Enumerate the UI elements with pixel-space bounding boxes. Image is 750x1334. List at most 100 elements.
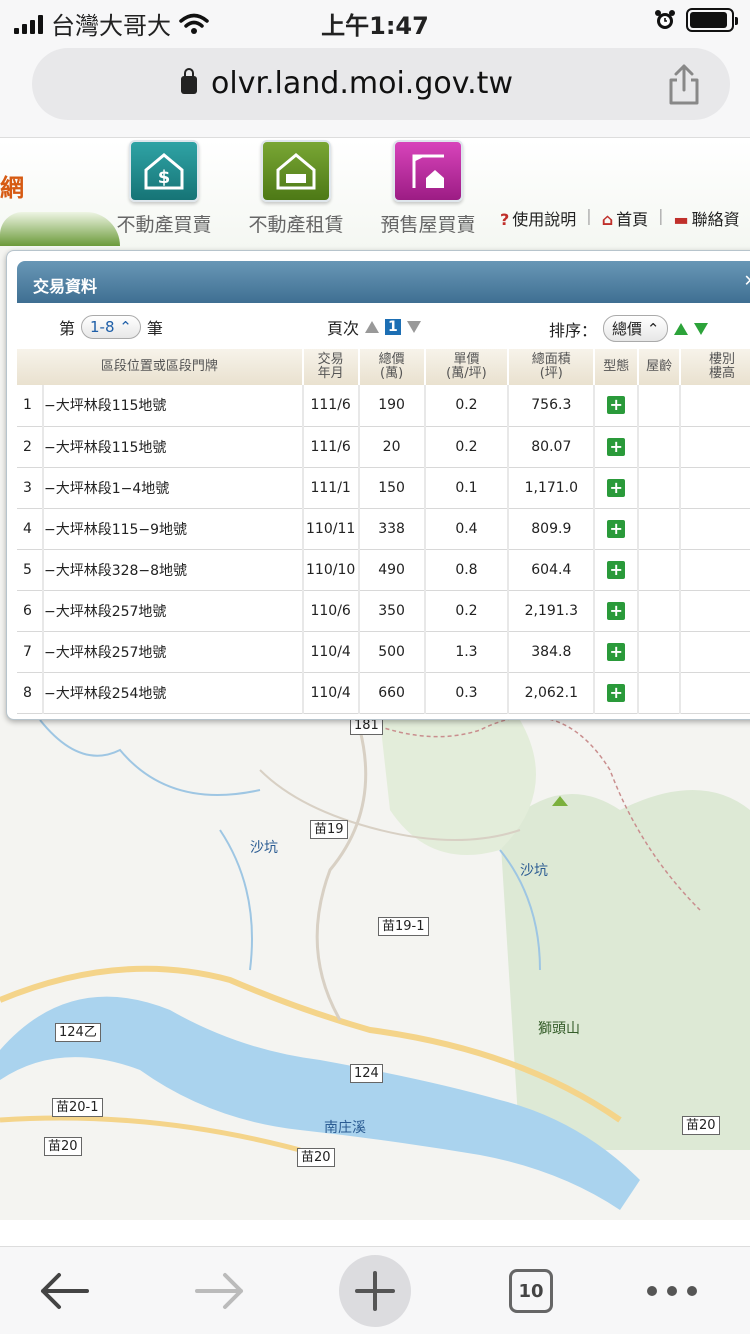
chevron-updown-icon: ⌃ [119,318,132,336]
expand-plus-icon[interactable]: + [607,437,626,456]
table-row[interactable]: 5 −大坪林段328−8地號 110/10 490 0.8 604.4 + [17,549,750,591]
row-age [638,467,682,509]
chat-icon: ▬ [673,210,689,229]
row-address: −大坪林段115地號 [42,385,304,427]
more-button[interactable] [642,1261,702,1321]
nav-sale[interactable]: $ 不動產買賣 [94,140,234,240]
row-number: 6 [17,590,44,632]
forward-button[interactable] [190,1261,250,1321]
help-link[interactable]: ? 使用說明 [500,206,576,230]
expand-plus-icon[interactable]: + [607,683,626,702]
chevron-updown-icon: ⌃ [646,320,660,338]
row-type: + [594,426,640,468]
row-floor [680,467,750,509]
road-label: 苗20 [682,1116,720,1135]
table-header-row: 區段位置或區段門牌 交易 年月 總價 (萬) 單價 (萬/坪) 總面積 (坪) … [17,349,750,385]
table-row[interactable]: 8 −大坪林段254地號 110/4 660 0.3 2,062.1 + [17,672,750,714]
table-row[interactable]: 3 −大坪林段1−4地號 111/1 150 0.1 1,171.0 + [17,467,750,509]
row-address: −大坪林段115−9地號 [42,508,304,550]
expand-plus-icon[interactable]: + [607,478,626,497]
home-link[interactable]: ⌂ 首頁 [602,206,648,230]
nav-presale[interactable]: 預售屋買賣 [358,140,498,240]
transaction-panel: 交易資料 ✕ 第 1-8 ⌃ 筆 頁次 1 排序： 總價 ⌃ [6,250,750,720]
row-area: 756.3 [508,385,596,427]
house-rent-icon [261,140,331,202]
table-row[interactable]: 7 −大坪林段257地號 110/4 500 1.3 384.8 + [17,631,750,673]
row-total-price: 150 [358,467,426,509]
svg-text:$: $ [158,167,171,188]
row-floor [680,590,750,632]
sort-asc-icon[interactable] [674,322,689,335]
house-dollar-icon: $ [129,140,199,202]
new-tab-button[interactable] [339,1255,411,1327]
alarm-icon [655,10,675,29]
nav-rent[interactable]: 不動產租賃 [226,140,366,240]
col-header-area[interactable]: 總面積 (坪) [508,349,596,385]
road-label: 苗20 [44,1137,82,1156]
row-floor [680,672,750,714]
expand-plus-icon[interactable]: + [607,519,626,538]
row-age [638,631,682,673]
row-unit-price: 0.3 [424,672,510,714]
table-row[interactable]: 6 −大坪林段257地號 110/6 350 0.2 2,191.3 + [17,590,750,632]
lock-icon [181,68,197,94]
col-header-date[interactable]: 交易 年月 [302,349,360,385]
row-total-price: 500 [358,631,426,673]
row-floor [680,426,750,468]
tabs-button[interactable]: 10 [506,1261,556,1321]
page-down-icon[interactable] [406,321,421,333]
row-number: 8 [17,672,44,714]
row-number: 1 [17,385,44,427]
row-type: + [594,508,640,550]
table-row[interactable]: 4 −大坪林段115−9地號 110/11 338 0.4 809.9 + [17,508,750,550]
row-date: 110/4 [302,672,360,714]
panel-title: 交易資料 [33,277,98,296]
range-select[interactable]: 1-8 ⌃ [81,315,141,339]
url-text: olvr.land.moi.gov.tw [211,66,513,101]
table-row[interactable]: 1 −大坪林段115地號 111/6 190 0.2 756.3 + [17,385,750,427]
page-up-icon[interactable] [365,321,380,333]
col-header-type[interactable]: 型態 [594,349,640,385]
row-type: + [594,672,640,714]
share-icon[interactable] [664,62,704,106]
col-header-unit[interactable]: 單價 (萬/坪) [424,349,510,385]
back-button[interactable] [34,1261,94,1321]
expand-plus-icon[interactable]: + [607,642,626,661]
col-header-total[interactable]: 總價 (萬) [358,349,426,385]
place-label: 沙坑 [250,840,278,856]
close-icon[interactable]: ✕ [744,271,750,290]
table-row[interactable]: 2 −大坪林段115地號 111/6 20 0.2 80.07 + [17,426,750,468]
river-label: 南庄溪 [324,1120,366,1136]
row-type: + [594,631,640,673]
sort-desc-icon[interactable] [694,322,709,335]
expand-plus-icon[interactable]: + [607,601,626,620]
col-header-age[interactable]: 屋齡 [638,349,682,385]
row-address: −大坪林段257地號 [42,631,304,673]
contact-link[interactable]: ▬ 聯絡資 [674,206,740,230]
row-date: 111/6 [302,385,360,427]
row-address: −大坪林段257地號 [42,590,304,632]
range-control: 第 1-8 ⌃ 筆 [59,315,163,339]
page-control: 頁次 1 [327,315,421,339]
row-total-price: 490 [358,549,426,591]
expand-plus-icon[interactable]: + [607,560,626,579]
place-label: 沙坑 [520,863,548,879]
road-label: 苗19-1 [378,917,429,936]
site-logo[interactable]: 網 [0,168,24,203]
expand-plus-icon[interactable]: + [607,396,626,415]
panel-controls: 第 1-8 ⌃ 筆 頁次 1 排序： 總價 ⌃ [7,311,750,347]
row-age [638,426,682,468]
row-unit-price: 0.2 [424,385,510,427]
row-total-price: 350 [358,590,426,632]
row-unit-price: 0.2 [424,426,510,468]
question-icon: ? [500,210,510,229]
arrow-right-icon [195,1273,243,1309]
row-number: 4 [17,508,44,550]
col-header-floor[interactable]: 樓別 樓高 [680,349,750,385]
sort-select[interactable]: 總價 ⌃ [603,315,669,342]
row-address: −大坪林段328−8地號 [42,549,304,591]
row-area: 2,191.3 [508,590,596,632]
col-header-address[interactable]: 區段位置或區段門牌 [17,349,304,385]
address-bar[interactable]: olvr.land.moi.gov.tw [32,48,730,120]
browser-address-area: olvr.land.moi.gov.tw [0,42,750,138]
